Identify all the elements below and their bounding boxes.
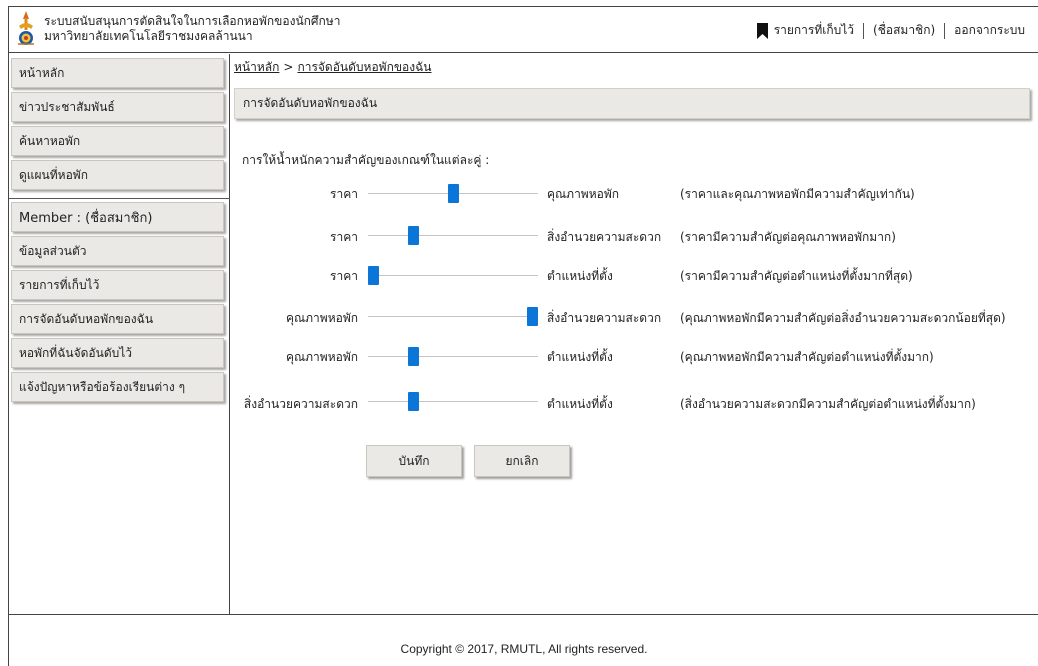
sidebar-item-home[interactable]: หน้าหลัก	[11, 58, 224, 88]
system-title: ระบบสนับสนุนการตัดสินใจในการเลือกหอพักขอ…	[44, 14, 340, 44]
criterion-left: คุณภาพหอพัก	[285, 350, 358, 364]
weight-slider[interactable]	[368, 266, 538, 285]
weight-slider[interactable]	[368, 184, 538, 203]
breadcrumb-separator: >	[283, 60, 294, 74]
comparison-note: (สิ่งอำนวยความสะดวกมีความสำคัญต่อตำแหน่ง…	[680, 397, 976, 411]
system-title-line1: ระบบสนับสนุนการตัดสินใจในการเลือกหอพักขอ…	[44, 14, 341, 28]
criterion-right: ตำแหน่งที่ตั้ง	[547, 397, 613, 411]
criterion-left: สิ่งอำนวยความสะดวก	[243, 397, 358, 411]
weight-slider[interactable]	[368, 392, 538, 411]
comparison-note: (ราคาและคุณภาพหอพักมีความสำคัญเท่ากัน)	[680, 187, 915, 201]
slider-thumb[interactable]	[448, 184, 459, 203]
divider	[944, 22, 946, 39]
sidebar-item-search[interactable]: ค้นหาหอพัก	[11, 126, 224, 156]
criterion-left: ราคา	[330, 230, 358, 244]
breadcrumb-current-link[interactable]: การจัดอันดับหอพักของฉัน	[297, 60, 431, 74]
save-button[interactable]: บันทึก	[366, 445, 462, 477]
comparison-note: (ราคามีความสำคัญต่อคุณภาพหอพักมาก)	[680, 230, 896, 244]
sidebar-item-ranked-dorms[interactable]: หอพักที่ฉันจัดอันดับไว้	[11, 338, 224, 368]
page-title: การจัดอันดับหอพักของฉัน	[234, 88, 1030, 119]
cancel-button[interactable]: ยกเลิก	[474, 445, 570, 477]
copyright: Copyright © 2017, RMUTL, All rights rese…	[400, 642, 648, 656]
bookmark-icon	[756, 22, 768, 39]
criterion-left: ราคา	[330, 269, 358, 283]
slider-thumb[interactable]	[527, 307, 538, 326]
slider-thumb[interactable]	[408, 347, 419, 366]
member-name-link[interactable]: (ชื่อสมาชิก)	[873, 21, 935, 40]
sidebar-item-map[interactable]: ดูแผนที่หอพัก	[11, 160, 224, 190]
sidebar-item-report-problem[interactable]: แจ้งปัญหาหรือข้อร้องเรียนต่าง ๆ	[11, 372, 224, 402]
comparison-note: (ราคามีความสำคัญต่อตำแหน่งที่ตั้งมากที่ส…	[680, 269, 913, 283]
weight-slider[interactable]	[368, 307, 538, 326]
comparison-note: (คุณภาพหอพักมีความสำคัญต่อตำแหน่งที่ตั้ง…	[680, 350, 934, 364]
criterion-left: ราคา	[330, 187, 358, 201]
header: ระบบสนับสนุนการตัดสินใจในการเลือกหอพักขอ…	[9, 7, 1038, 53]
weight-slider[interactable]	[368, 347, 538, 366]
criterion-right: สิ่งอำนวยความสะดวก	[547, 311, 662, 325]
comparison-note: (คุณภาพหอพักมีความสำคัญต่อสิ่งอำนวยความส…	[680, 311, 1006, 325]
sidebar-divider	[9, 198, 230, 199]
sidebar-item-news[interactable]: ข่าวประชาสัมพันธ์	[11, 92, 224, 122]
top-links: รายการที่เก็บไว้ (ชื่อสมาชิก) ออกจากระบบ	[756, 21, 1025, 40]
sidebar-item-profile[interactable]: ข้อมูลส่วนตัว	[11, 236, 224, 266]
slider-thumb[interactable]	[368, 266, 379, 285]
criterion-right: ตำแหน่งที่ตั้ง	[547, 269, 613, 283]
sidebar-item-saved[interactable]: รายการที่เก็บไว้	[11, 270, 224, 300]
logout-link[interactable]: ออกจากระบบ	[954, 21, 1025, 40]
sidebar-member-header: Member : (ชื่อสมาชิก)	[11, 202, 224, 232]
university-logo	[18, 11, 34, 45]
breadcrumb-home-link[interactable]: หน้าหลัก	[234, 60, 279, 74]
criterion-right: ตำแหน่งที่ตั้ง	[547, 350, 613, 364]
slider-thumb[interactable]	[408, 226, 419, 245]
divider	[863, 22, 865, 39]
footer-divider	[9, 614, 1038, 615]
instruction-text: การให้น้ำหนักความสำคัญของเกณฑ์ในแต่ละคู่…	[242, 153, 490, 167]
breadcrumb: หน้าหลัก > การจัดอันดับหอพักของฉัน	[234, 58, 432, 77]
criterion-right: สิ่งอำนวยความสะดวก	[547, 230, 662, 244]
sidebar-item-my-ranking[interactable]: การจัดอันดับหอพักของฉัน	[11, 304, 224, 334]
system-title-line2: มหาวิทยาลัยเทคโนโลยีราชมงคลล้านนา	[44, 29, 253, 43]
criterion-left: คุณภาพหอพัก	[285, 311, 358, 325]
weight-slider[interactable]	[368, 226, 538, 245]
saved-items-link[interactable]: รายการที่เก็บไว้	[774, 21, 854, 40]
criterion-right: คุณภาพหอพัก	[547, 187, 620, 201]
sidebar: หน้าหลัก ข่าวประชาสัมพันธ์ ค้นหาหอพัก ดู…	[9, 54, 230, 614]
slider-thumb[interactable]	[408, 392, 419, 411]
